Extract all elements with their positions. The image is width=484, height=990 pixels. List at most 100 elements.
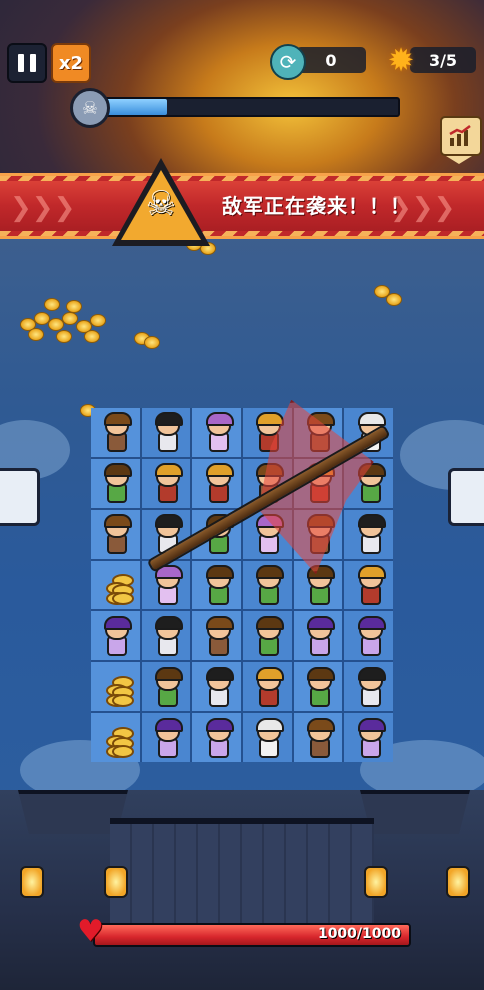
board-cell[interactable] <box>243 560 292 610</box>
base-hp-bar: 1000/1000 <box>93 923 411 947</box>
hero-warrior-icon[interactable] <box>302 717 335 758</box>
hero-ranger-icon[interactable] <box>201 564 234 605</box>
hero-chief-icon[interactable] <box>150 463 183 504</box>
hero-witch-icon[interactable] <box>353 615 386 656</box>
banner-stripe-bottom <box>0 231 484 236</box>
refresh-icon[interactable]: ⟳ <box>270 44 306 80</box>
board-cell[interactable] <box>91 560 140 610</box>
base-hp-label: 1000/1000 <box>317 926 401 942</box>
board-cell[interactable] <box>91 713 140 762</box>
hero-archer-icon[interactable] <box>353 514 386 555</box>
board-cell[interactable] <box>344 509 393 559</box>
board-cell[interactable] <box>192 662 241 712</box>
skull-icon: ☠ <box>70 88 110 128</box>
board-cell[interactable] <box>243 611 292 661</box>
hero-witch-icon[interactable] <box>99 615 133 656</box>
gold-coin-stack-icon[interactable] <box>98 670 135 707</box>
gold-coin <box>56 330 72 343</box>
stats-button[interactable] <box>440 116 482 156</box>
gold-coin <box>144 336 160 349</box>
board-cell[interactable] <box>192 560 241 610</box>
lantern <box>20 866 44 898</box>
hero-chief-icon[interactable] <box>353 564 386 605</box>
board-cell[interactable] <box>192 458 241 508</box>
star-counter: 3/5 <box>410 47 476 73</box>
pause-icon-bar <box>30 54 36 72</box>
board-cell[interactable] <box>91 408 140 457</box>
side-tower-left <box>0 468 40 526</box>
hero-ranger-icon[interactable] <box>251 615 285 656</box>
board-cell[interactable] <box>344 560 393 610</box>
hero-chief-icon[interactable] <box>201 463 234 504</box>
skull-icon: ☠ <box>145 184 177 224</box>
wave-progress-bar <box>96 97 400 117</box>
board-cell[interactable] <box>243 662 292 712</box>
pause-button[interactable] <box>7 43 47 83</box>
gold-coin <box>44 298 60 311</box>
board-cell[interactable] <box>141 662 191 712</box>
gold-coin-stack-icon[interactable] <box>98 721 135 758</box>
hero-witch-icon[interactable] <box>302 615 335 656</box>
hero-archer-icon[interactable] <box>150 615 183 656</box>
hero-ranger-icon[interactable] <box>302 564 335 605</box>
hero-warrior-icon[interactable] <box>99 514 133 555</box>
board-cell[interactable] <box>141 458 191 508</box>
board-cell[interactable] <box>141 560 191 610</box>
stats-dropdown-arrow[interactable] <box>446 156 472 164</box>
hero-witch-icon[interactable] <box>150 717 183 758</box>
board-cell[interactable] <box>91 611 140 661</box>
hero-witch-icon[interactable] <box>201 717 234 758</box>
hero-archer-icon[interactable] <box>201 666 234 707</box>
chevron-right-icon: ❯❯❯ <box>10 193 76 223</box>
gold-coin <box>66 300 82 313</box>
hero-archer-icon[interactable] <box>353 666 386 707</box>
hero-warrior-icon[interactable] <box>99 412 133 453</box>
hero-mage-icon[interactable] <box>201 412 234 453</box>
board-cell[interactable] <box>192 408 241 457</box>
star-count: 3/5 <box>428 50 458 70</box>
board-cell[interactable] <box>91 662 140 712</box>
board-cell[interactable] <box>293 713 343 762</box>
board-cell[interactable] <box>293 662 343 712</box>
board-cell[interactable] <box>141 408 191 457</box>
board-cell[interactable] <box>344 611 393 661</box>
fortress-tower-right <box>360 790 470 834</box>
hero-monk-icon[interactable] <box>251 717 285 758</box>
pause-icon <box>18 54 24 72</box>
gold-coin <box>90 314 106 327</box>
hero-warrior-icon[interactable] <box>201 615 234 656</box>
hero-chief-icon[interactable] <box>251 666 285 707</box>
board-cell[interactable] <box>243 713 292 762</box>
hero-ranger-icon[interactable] <box>302 666 335 707</box>
banner-text: 敌军正在袭来！！！ <box>222 194 411 218</box>
board-cell[interactable] <box>141 611 191 661</box>
board-cell[interactable] <box>91 458 140 508</box>
lantern <box>446 866 470 898</box>
board-cell[interactable] <box>192 611 241 661</box>
gold-coin <box>84 330 100 343</box>
refresh-count: 0 <box>325 50 337 70</box>
hero-archer-icon[interactable] <box>150 412 183 453</box>
speed-toggle-button[interactable]: x2 <box>51 43 91 83</box>
hero-ranger-icon[interactable] <box>150 666 183 707</box>
hero-ranger-icon[interactable] <box>99 463 133 504</box>
board-cell[interactable] <box>344 662 393 712</box>
lantern <box>364 866 388 898</box>
speed-label: x2 <box>58 52 84 74</box>
board-cell[interactable] <box>192 713 241 762</box>
fortress-wall <box>110 818 374 934</box>
side-tower-right <box>448 468 484 526</box>
board-cell[interactable] <box>344 713 393 762</box>
board-cell[interactable] <box>141 713 191 762</box>
board-cell[interactable] <box>91 509 140 559</box>
lantern <box>104 866 128 898</box>
board-cell[interactable] <box>293 611 343 661</box>
gold-coin <box>28 328 44 341</box>
gold-coin <box>386 293 402 306</box>
hero-witch-icon[interactable] <box>353 717 386 758</box>
banner-stripe-top <box>0 176 484 181</box>
chart-icon <box>449 125 471 146</box>
gold-coin-stack-icon[interactable] <box>98 568 135 605</box>
star-icon: ✹ <box>387 41 415 79</box>
hero-ranger-icon[interactable] <box>251 564 285 605</box>
